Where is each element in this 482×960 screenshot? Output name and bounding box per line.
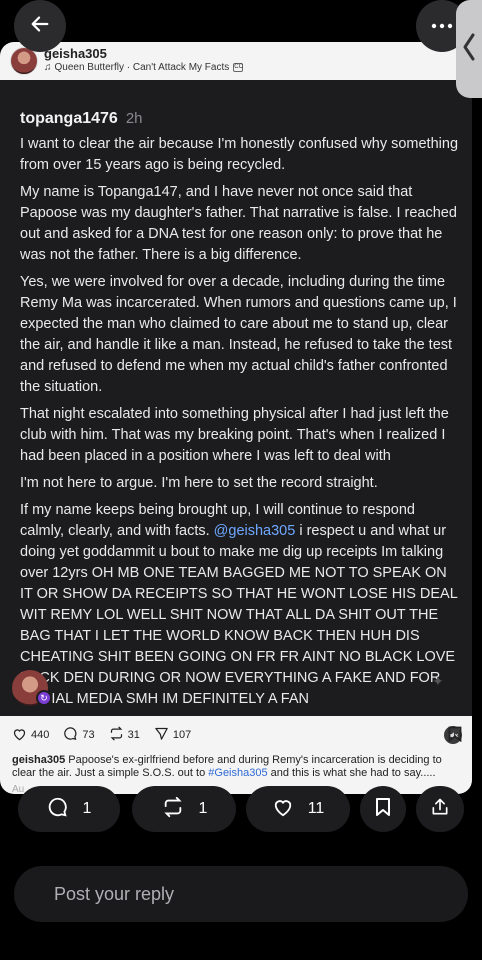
post-paragraph-3: Yes, we were involved for over a decade,…	[20, 274, 457, 395]
bookmark-icon	[375, 797, 391, 822]
like-button[interactable]: 11	[246, 786, 350, 832]
post-paragraph-1: I want to clear the air because I'm hone…	[20, 136, 459, 173]
post-username: topanga1476	[20, 110, 118, 127]
comments-stat[interactable]: 73	[63, 726, 95, 744]
repost-icon	[161, 796, 185, 823]
post-paragraph-6: If my name keeps being brought up, I wil…	[20, 500, 460, 710]
post-paragraph-6-rest: i respect u and what ur doing yet goddam…	[20, 523, 458, 707]
repost-badge-icon: ↻	[36, 690, 52, 706]
reply-placeholder: Post your reply	[54, 883, 175, 904]
heart-icon	[272, 797, 294, 822]
card-bookmark-button[interactable]	[448, 726, 462, 747]
side-panel-handle[interactable]	[456, 0, 482, 98]
likes-stat[interactable]: 440	[12, 727, 49, 744]
back-button[interactable]	[14, 0, 66, 52]
shared-post-card[interactable]: geisha305 ♫ Queen Butterfly · Can't Attac…	[0, 42, 472, 794]
embedded-post: topanga1476 2h I want to clear the air b…	[0, 80, 472, 744]
hashtag-link[interactable]: #Geisha305	[208, 767, 267, 779]
bookmark-button[interactable]	[360, 786, 406, 832]
post-timestamp: 2h	[125, 110, 143, 127]
caption-text-end: and this is what she had to say.....	[267, 767, 436, 779]
share-icon	[430, 797, 450, 822]
caption-username[interactable]: geisha305	[12, 754, 65, 766]
song-title: Queen Butterfly · Can't Attack My Facts	[54, 62, 230, 73]
post-paragraph-5: I'm not here to argue. I'm here to set t…	[20, 475, 378, 491]
music-note-icon: ♫	[44, 62, 52, 73]
chevron-left-icon	[462, 32, 476, 67]
comment-icon	[47, 796, 69, 823]
reposts-stat[interactable]: 31	[109, 726, 140, 744]
comment-count: 1	[82, 800, 92, 817]
action-bar: 1 1 11	[0, 786, 482, 834]
sparkle-icon: ✦	[432, 673, 444, 689]
comment-button[interactable]: 1	[18, 786, 120, 832]
post-paragraph-2: My name is Topanga147, and I have never …	[20, 184, 457, 263]
post-paragraph-4: That night escalated into something phys…	[20, 406, 449, 464]
send-icon	[154, 726, 169, 744]
repost-count: 1	[198, 800, 208, 817]
card-header: geisha305 ♫ Queen Butterfly · Can't Attac…	[0, 42, 472, 80]
caption-icon: CC	[233, 62, 244, 72]
post-caption: geisha305 Papoose's ex-girlfriend before…	[12, 754, 468, 780]
arrow-left-icon	[29, 13, 51, 40]
repost-icon	[109, 726, 124, 744]
likes-count: 440	[31, 729, 50, 741]
share-button[interactable]	[416, 786, 464, 832]
song-info[interactable]: ♫ Queen Butterfly · Can't Attack My Facts…	[44, 62, 244, 73]
mention-link[interactable]: @geisha305	[214, 523, 296, 539]
shares-stat[interactable]: 107	[154, 726, 191, 744]
reply-input[interactable]: Post your reply	[14, 866, 468, 922]
repost-button[interactable]: 1	[132, 786, 236, 832]
post-stats: 440 73 31 107	[12, 726, 191, 744]
reposts-count: 31	[127, 729, 140, 741]
bookmark-icon	[448, 726, 462, 746]
comment-icon	[63, 726, 78, 744]
more-horizontal-icon	[431, 17, 453, 35]
shares-count: 107	[172, 729, 192, 741]
heart-icon	[12, 727, 27, 744]
comments-count: 73	[82, 729, 95, 741]
like-count: 11	[307, 800, 325, 817]
